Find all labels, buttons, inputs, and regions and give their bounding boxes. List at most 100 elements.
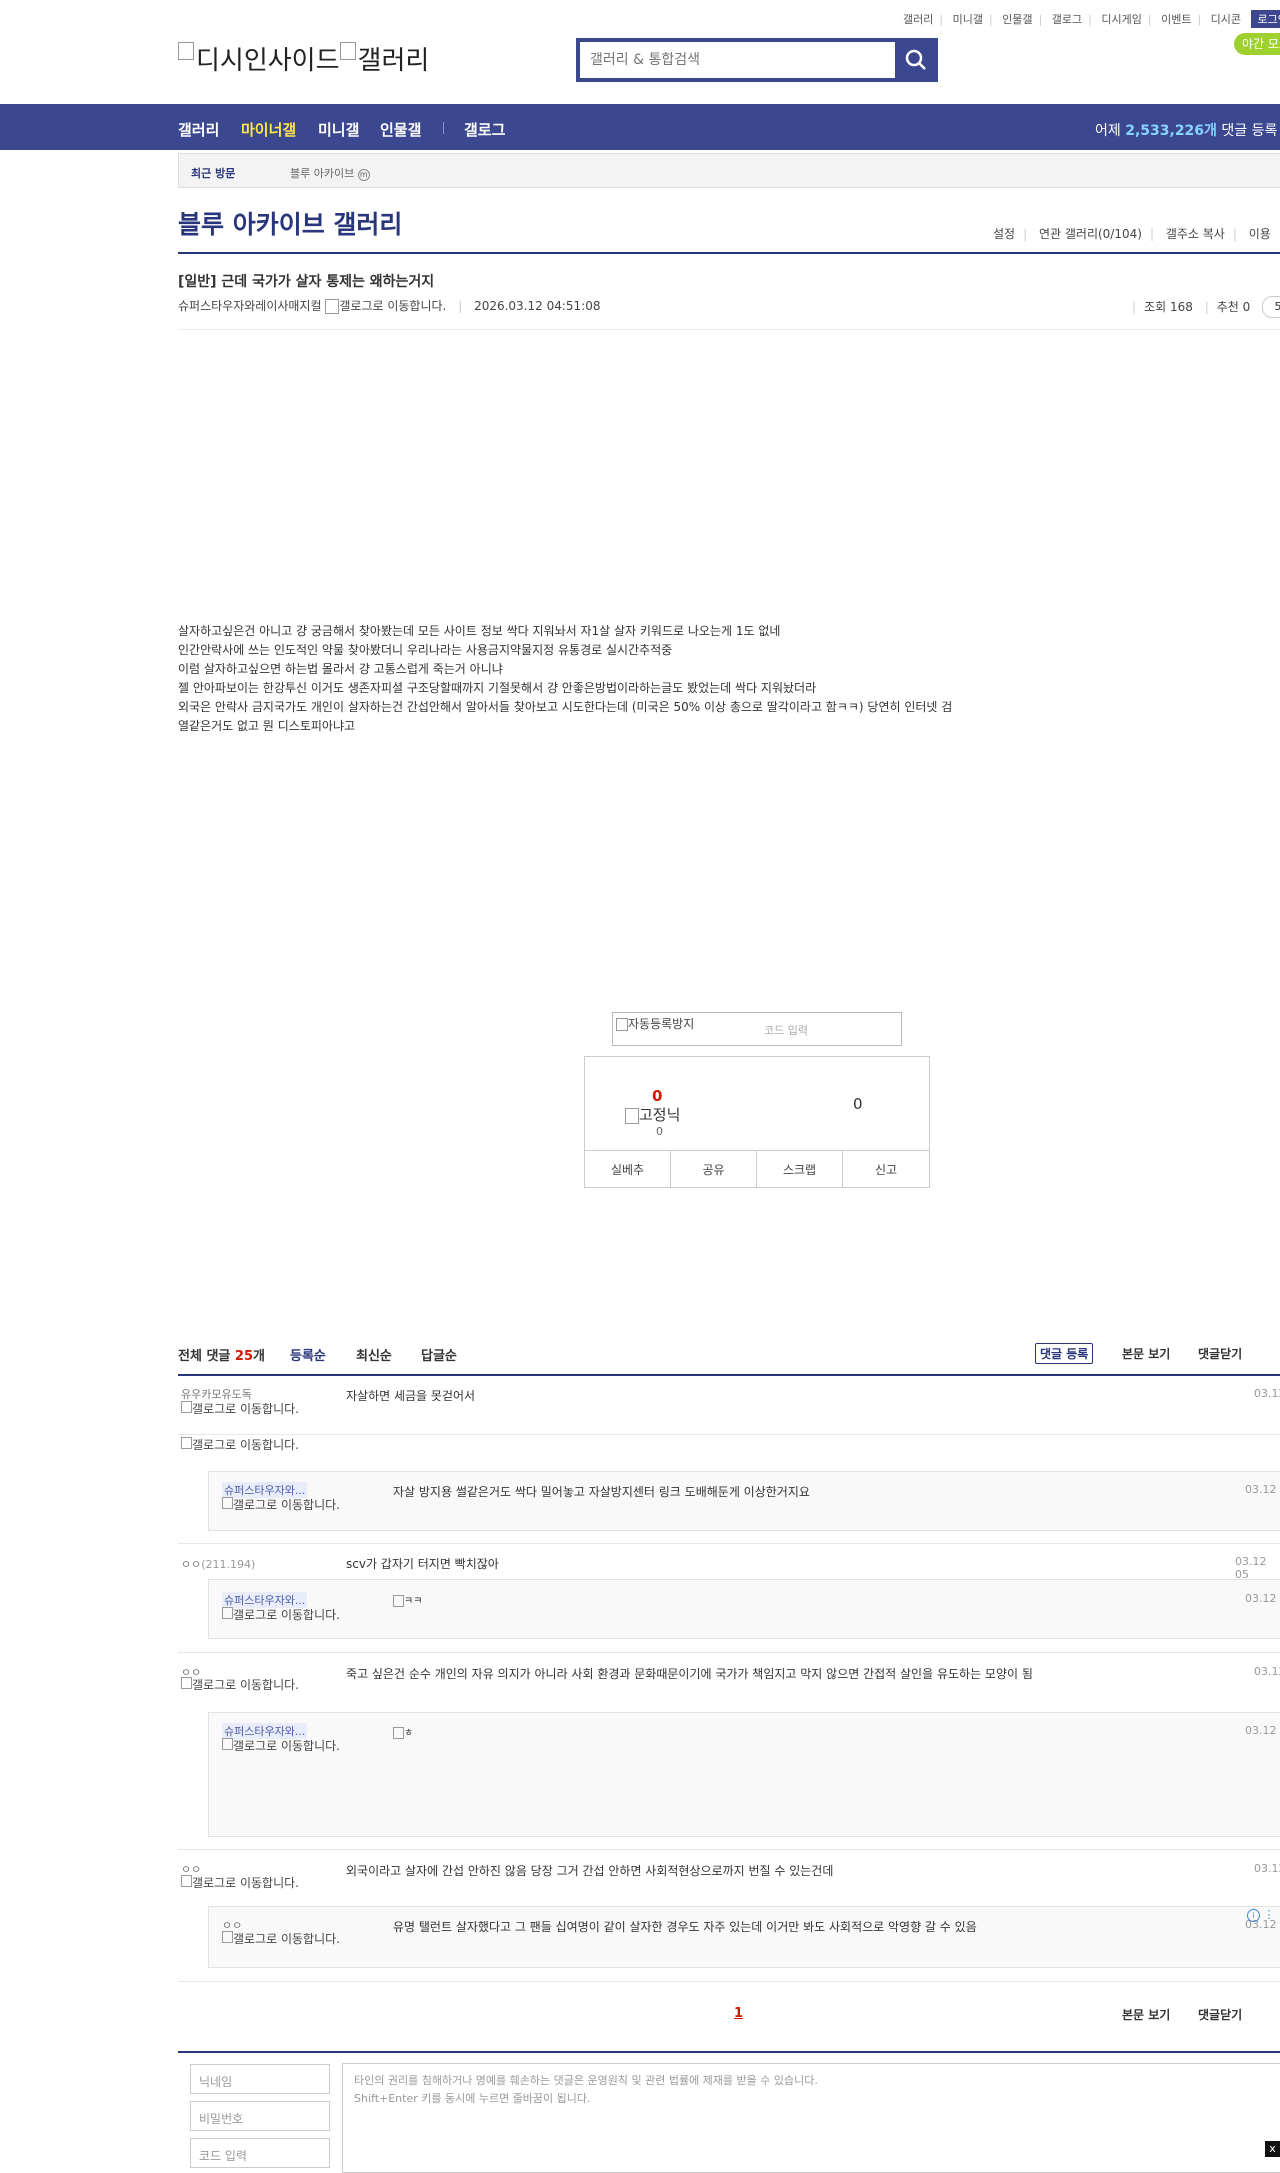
- night-mode-toggle[interactable]: 야간 모드: [1234, 33, 1280, 55]
- reply-nick[interactable]: 슈퍼스타우자와...: [222, 1482, 308, 1498]
- scrap-button[interactable]: 스크랩: [757, 1150, 843, 1188]
- ad-info-icons[interactable]: i ⋮: [1247, 1908, 1275, 1922]
- top-link-event[interactable]: 이벤트: [1161, 13, 1191, 26]
- copy-gallery-url[interactable]: 갤주소 복사: [1166, 227, 1225, 241]
- close-comments-button[interactable]: 댓글닫기: [1198, 1345, 1242, 1362]
- site-logo[interactable]: 디시인사이드 갤러리: [178, 40, 429, 77]
- view-post-button[interactable]: 본문 보기: [1122, 1345, 1170, 1362]
- logo-site-alt: 디시인사이드: [196, 46, 340, 76]
- code-input[interactable]: 코드 입력: [190, 2138, 330, 2168]
- comment-date: 03.12 05: [1235, 1555, 1267, 1581]
- stat-value: 2,533,226개: [1125, 123, 1217, 139]
- top-link-person[interactable]: 인물갤: [1002, 13, 1032, 26]
- search-button[interactable]: [898, 42, 934, 78]
- search-bar: [576, 38, 938, 82]
- top-link-gallog[interactable]: 갤로그: [1052, 13, 1082, 26]
- broken-image-icon: [393, 1727, 404, 1739]
- gallery-settings[interactable]: 설정: [993, 227, 1015, 241]
- reply-nick[interactable]: 슈퍼스타우자와...: [222, 1592, 308, 1608]
- circle-m-icon: m: [357, 169, 370, 181]
- related-galleries[interactable]: 연관 갤러리(0/104): [1039, 227, 1142, 241]
- comment-count-pill[interactable]: 5: [1262, 296, 1280, 318]
- nav-gallog[interactable]: 갤로그: [464, 119, 505, 140]
- nav-gallery[interactable]: 갤러리: [178, 119, 219, 140]
- info-icon[interactable]: i: [1247, 1909, 1260, 1922]
- sort-by-latest[interactable]: 최신순: [356, 1345, 392, 1364]
- login-button[interactable]: 로그인: [1250, 10, 1280, 28]
- post-body-line: 이럼 살자하고싶으면 하는법 몰라서 걍 고통스럽게 죽는거 아니냐: [178, 662, 503, 676]
- nav-minor-gallery[interactable]: 마이너갤: [241, 119, 296, 140]
- comment-nick[interactable]: 유우카모유도독: [181, 1386, 252, 1402]
- best-recommend-button[interactable]: 실베추: [585, 1150, 671, 1188]
- vote-box: 0 고정닉 0 0 실베추 공유 스크랩 신고: [584, 1056, 930, 1188]
- post-body-line: 외국은 안락사 금지국가도 개인이 살자하는건 간섭안해서 알아서들 찾아보고 …: [178, 700, 953, 714]
- post-meta: 슈퍼스타우자와레이사매지컬 갤로그로 이동합니다. | 2026.03.12 0…: [178, 299, 601, 314]
- comment-form-divider: [178, 2051, 1280, 2053]
- gallog-link[interactable]: 갤로그로 이동합니다.: [222, 1607, 347, 1622]
- top-link-gallery[interactable]: 갤러리: [903, 13, 933, 26]
- captcha-input[interactable]: 코드 입력: [764, 1022, 808, 1038]
- upvote-count: 0: [652, 1087, 663, 1105]
- comment-text: 죽고 싶은건 순수 개인의 자유 의지가 아니라 사회 환경과 문화때문이기에 …: [346, 1667, 1033, 1681]
- nav-divider: [443, 122, 444, 134]
- gallog-link[interactable]: 갤로그로 이동합니다.: [181, 1677, 306, 1692]
- gallery-menu: 설정 | 연관 갤러리(0/104) | 갤주소 복사 | 이용: [993, 227, 1271, 241]
- gallog-link[interactable]: 갤로그로 이동합니다.: [181, 1437, 306, 1452]
- gallog-link[interactable]: 갤로그로 이동합니다.: [222, 1738, 347, 1753]
- gallery-title-divider: [178, 252, 1280, 254]
- comment-divider: [178, 1652, 1280, 1653]
- gallog-link[interactable]: 갤로그로 이동합니다.: [181, 1875, 306, 1890]
- broken-image-icon: [325, 299, 340, 314]
- comment-divider: [178, 1849, 1280, 1850]
- more-vertical-icon[interactable]: ⋮: [1264, 1908, 1275, 1921]
- sort-by-register[interactable]: 등록순: [290, 1345, 326, 1364]
- captcha-image: 자동등록방지: [616, 1015, 694, 1032]
- comment-nick[interactable]: ㅇㅇ(211.194): [181, 1556, 255, 1572]
- sort-by-reply[interactable]: 답글순: [421, 1345, 457, 1364]
- author-gallog-link[interactable]: 갤로그로 이동합니다.: [325, 299, 446, 314]
- top-link-minor[interactable]: 미니갤: [953, 13, 983, 26]
- gallog-link[interactable]: 갤로그로 이동합니다.: [222, 1931, 347, 1946]
- password-input[interactable]: 비밀번호: [190, 2101, 330, 2131]
- page-number-current[interactable]: 1: [734, 2006, 743, 2021]
- top-link-game[interactable]: 디시게임: [1101, 13, 1141, 26]
- comment-date: 03.12: [1254, 1387, 1280, 1400]
- report-button[interactable]: 신고: [843, 1150, 929, 1188]
- reply-dccon: ㅎ: [393, 1724, 413, 1739]
- reply-box: 슈퍼스타우자와... 갤로그로 이동합니다. ㅎ 03.12 0: [208, 1712, 1280, 1837]
- gallog-link[interactable]: 갤로그로 이동합니다.: [181, 1401, 306, 1416]
- logo-gallery-alt: 갤러리: [357, 46, 430, 76]
- top-link-dccon[interactable]: 디시콘: [1211, 13, 1241, 26]
- gallery-usage[interactable]: 이용: [1249, 227, 1271, 241]
- recent-visit-bar: 최근 방문 블루 아카이브 m: [178, 153, 1280, 188]
- reply-date: 03.12 0: [1245, 1483, 1280, 1496]
- reply-nick[interactable]: 슈퍼스타우자와...: [222, 1723, 308, 1739]
- view-post-button-bottom[interactable]: 본문 보기: [1122, 2006, 1170, 2023]
- nickname-input[interactable]: 닉네임: [190, 2064, 330, 2094]
- gallery-title[interactable]: 블루 아카이브 갤러리: [178, 205, 402, 241]
- nav-person-gallery[interactable]: 인물갤: [380, 119, 421, 140]
- share-button[interactable]: 공유: [671, 1150, 757, 1188]
- gallog-link[interactable]: 갤로그로 이동합니다.: [222, 1497, 347, 1512]
- reply-box: 슈퍼스타우자와... 갤로그로 이동합니다. ㅋㅋ 03.12 0: [208, 1579, 1280, 1639]
- broken-image-icon: [393, 1595, 404, 1607]
- broken-image-icon: [181, 1401, 192, 1413]
- post-author[interactable]: 슈퍼스타우자와레이사매지컬: [178, 299, 322, 313]
- close-icon[interactable]: x: [1265, 2141, 1280, 2157]
- broken-image-icon: [625, 1107, 639, 1124]
- comment-ip: (211.194): [201, 1558, 256, 1571]
- top-utility-links: 갤러리| 미니갤| 인물갤| 갤로그| 디시게임| 이벤트| 디시콘 로그인: [903, 10, 1280, 28]
- write-comment-button[interactable]: 댓글 등록: [1035, 1343, 1094, 1364]
- comment-header-divider: [178, 1374, 1280, 1376]
- recent-visit-item[interactable]: 블루 아카이브 m: [290, 165, 370, 181]
- recent-visit-label[interactable]: 최근 방문: [191, 165, 235, 181]
- broken-image-icon: [616, 1018, 628, 1031]
- reply-box: 슈퍼스타우자와... 갤로그로 이동합니다. 자살 방지용 썰같은거도 싹다 밀…: [208, 1471, 1280, 1531]
- search-input[interactable]: [580, 42, 895, 78]
- comment-date: 03.12: [1254, 1665, 1280, 1678]
- nav-mini-gallery[interactable]: 미니갤: [318, 119, 359, 140]
- broken-image-icon: [181, 1677, 192, 1689]
- close-comments-button-bottom[interactable]: 댓글닫기: [1198, 2006, 1242, 2023]
- broken-image-icon: [222, 1738, 233, 1750]
- post-date: 2026.03.12 04:51:08: [474, 299, 601, 313]
